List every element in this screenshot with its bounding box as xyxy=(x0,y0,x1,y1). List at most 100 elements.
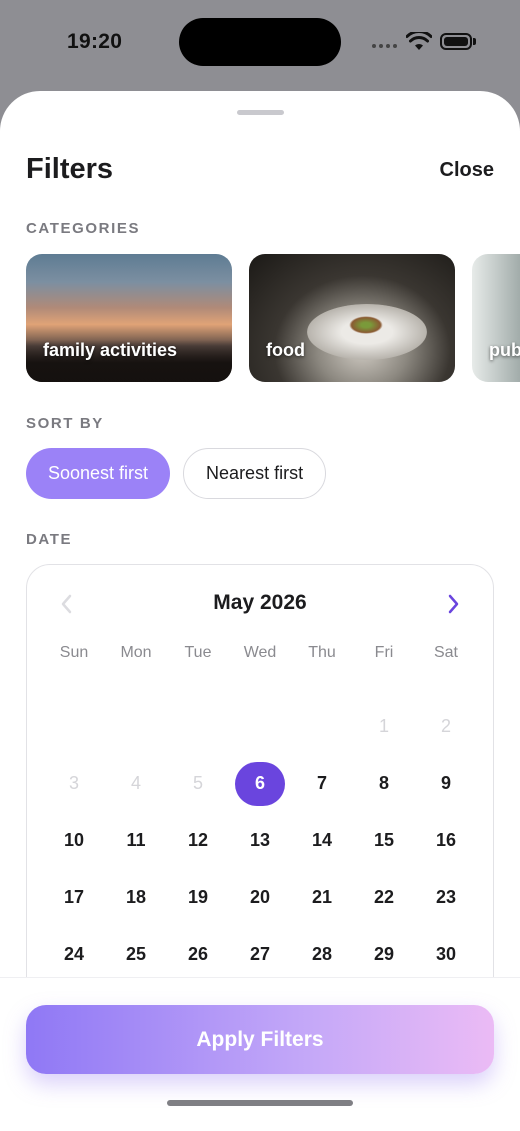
cellular-signal-icon xyxy=(372,44,397,48)
home-indicator xyxy=(167,1100,353,1106)
sort-options: Soonest first Nearest first xyxy=(26,448,327,499)
calendar-day-number: 22 xyxy=(373,887,395,907)
category-label: family activities xyxy=(43,340,178,360)
calendar-blank-cell xyxy=(229,698,291,755)
calendar-day-number: 19 xyxy=(187,887,209,907)
category-label: food xyxy=(266,340,305,360)
page-title: Filters xyxy=(26,153,114,185)
calendar-day-number: 9 xyxy=(440,773,451,793)
date-label: DATE xyxy=(26,531,73,548)
calendar-day[interactable]: 17 xyxy=(43,869,105,926)
close-button[interactable]: Close xyxy=(440,159,494,182)
sort-by-label: SORT BY xyxy=(26,415,104,432)
calendar-day-number: 2 xyxy=(440,716,451,736)
calendar-day[interactable]: 25 xyxy=(105,926,167,983)
calendar-blank-cell xyxy=(105,698,167,755)
calendar-day-number: 29 xyxy=(373,944,395,964)
calendar-day[interactable]: 27 xyxy=(229,926,291,983)
calendar-month-title: May 2026 xyxy=(213,591,307,614)
category-label: pub xyxy=(489,340,520,360)
calendar-day[interactable]: 10 xyxy=(43,812,105,869)
calendar-day-number: 6 xyxy=(235,761,285,806)
calendar-blank-cell xyxy=(43,698,105,755)
calendar-day[interactable]: 13 xyxy=(229,812,291,869)
categories-label: CATEGORIES xyxy=(26,220,141,237)
calendar-day[interactable]: 30 xyxy=(415,926,477,983)
calendar-day-number: 23 xyxy=(435,887,457,907)
sort-option-soonest-first[interactable]: Soonest first xyxy=(26,448,171,499)
sheet-grabber[interactable] xyxy=(237,110,284,115)
calendar-day-number: 18 xyxy=(125,887,147,907)
calendar-day-number: 20 xyxy=(249,887,271,907)
calendar-day[interactable]: 12 xyxy=(167,812,229,869)
battery-tip xyxy=(473,38,476,45)
calendar-day-selected[interactable]: 6 xyxy=(229,755,291,812)
calendar-day-number: 1 xyxy=(378,716,389,736)
calendar-day[interactable]: 28 xyxy=(291,926,353,983)
calendar-day-number: 21 xyxy=(311,887,333,907)
calendar-day[interactable]: 9 xyxy=(415,755,477,812)
footer-bar: Apply Filters xyxy=(0,977,520,1131)
calendar-day-number: 8 xyxy=(378,773,389,793)
battery-icon xyxy=(440,33,472,50)
calendar-day[interactable]: 20 xyxy=(229,869,291,926)
status-bar: 19:20 xyxy=(0,0,520,90)
sort-option-nearest-first[interactable]: Nearest first xyxy=(183,448,327,499)
category-card-pub[interactable]: pub xyxy=(472,254,520,382)
weekday-label: Fri xyxy=(374,644,394,661)
calendar-day-number: 5 xyxy=(192,773,203,793)
calendar-day[interactable]: 24 xyxy=(43,926,105,983)
calendar-day[interactable]: 14 xyxy=(291,812,353,869)
calendar-day[interactable]: 15 xyxy=(353,812,415,869)
calendar-day[interactable]: 8 xyxy=(353,755,415,812)
calendar-day: 2 xyxy=(415,698,477,755)
weekday-label: Tue xyxy=(184,644,212,661)
calendar-day-number: 17 xyxy=(63,887,85,907)
weekday-label: Thu xyxy=(308,644,336,661)
calendar-day: 4 xyxy=(105,755,167,812)
calendar-day-number: 11 xyxy=(126,830,146,850)
calendar-day-number: 10 xyxy=(63,830,85,850)
calendar-day-number: 13 xyxy=(249,830,271,850)
calendar-day[interactable]: 26 xyxy=(167,926,229,983)
calendar-blank-cell xyxy=(167,698,229,755)
calendar-day-number: 27 xyxy=(249,944,271,964)
calendar-day[interactable]: 22 xyxy=(353,869,415,926)
filters-sheet: Filters Close CATEGORIES family activiti… xyxy=(0,91,520,1131)
categories-carousel[interactable]: family activities food pub xyxy=(26,254,520,382)
weekday-label: Sat xyxy=(433,644,458,661)
apply-filters-button[interactable]: Apply Filters xyxy=(26,1005,494,1074)
calendar-day-number: 26 xyxy=(187,944,209,964)
category-card-food[interactable]: food xyxy=(249,254,455,382)
weekday-label: Sun xyxy=(59,644,89,661)
calendar-day-number: 24 xyxy=(63,944,85,964)
dynamic-island xyxy=(179,18,341,66)
calendar-day[interactable]: 19 xyxy=(167,869,229,926)
calendar-day[interactable]: 21 xyxy=(291,869,353,926)
calendar-day[interactable]: 29 xyxy=(353,926,415,983)
calendar-day: 3 xyxy=(43,755,105,812)
food-garnish xyxy=(349,316,383,334)
calendar-day[interactable]: 23 xyxy=(415,869,477,926)
calendar-day: 5 xyxy=(167,755,229,812)
calendar-day-number: 7 xyxy=(316,773,327,793)
calendar-day[interactable]: 16 xyxy=(415,812,477,869)
calendar-day-number: 16 xyxy=(435,830,457,850)
calendar-day[interactable]: 11 xyxy=(105,812,167,869)
calendar-day-number: 15 xyxy=(373,830,395,850)
calendar-blank-cell xyxy=(291,698,353,755)
calendar-day-number: 30 xyxy=(435,944,457,964)
category-card-family-activities[interactable]: family activities xyxy=(26,254,232,382)
calendar-day: 1 xyxy=(353,698,415,755)
calendar-day-number: 28 xyxy=(311,944,333,964)
calendar-day[interactable]: 7 xyxy=(291,755,353,812)
next-month-chevron-icon[interactable] xyxy=(443,593,463,615)
calendar-day[interactable]: 18 xyxy=(105,869,167,926)
calendar-day-number: 25 xyxy=(125,944,147,964)
status-time: 19:20 xyxy=(67,30,123,53)
wifi-icon xyxy=(406,32,432,50)
weekday-label: Wed xyxy=(243,644,277,661)
calendar-day-number: 14 xyxy=(311,830,333,850)
calendar-day-number: 3 xyxy=(68,773,79,793)
calendar-day-number: 12 xyxy=(187,830,209,850)
